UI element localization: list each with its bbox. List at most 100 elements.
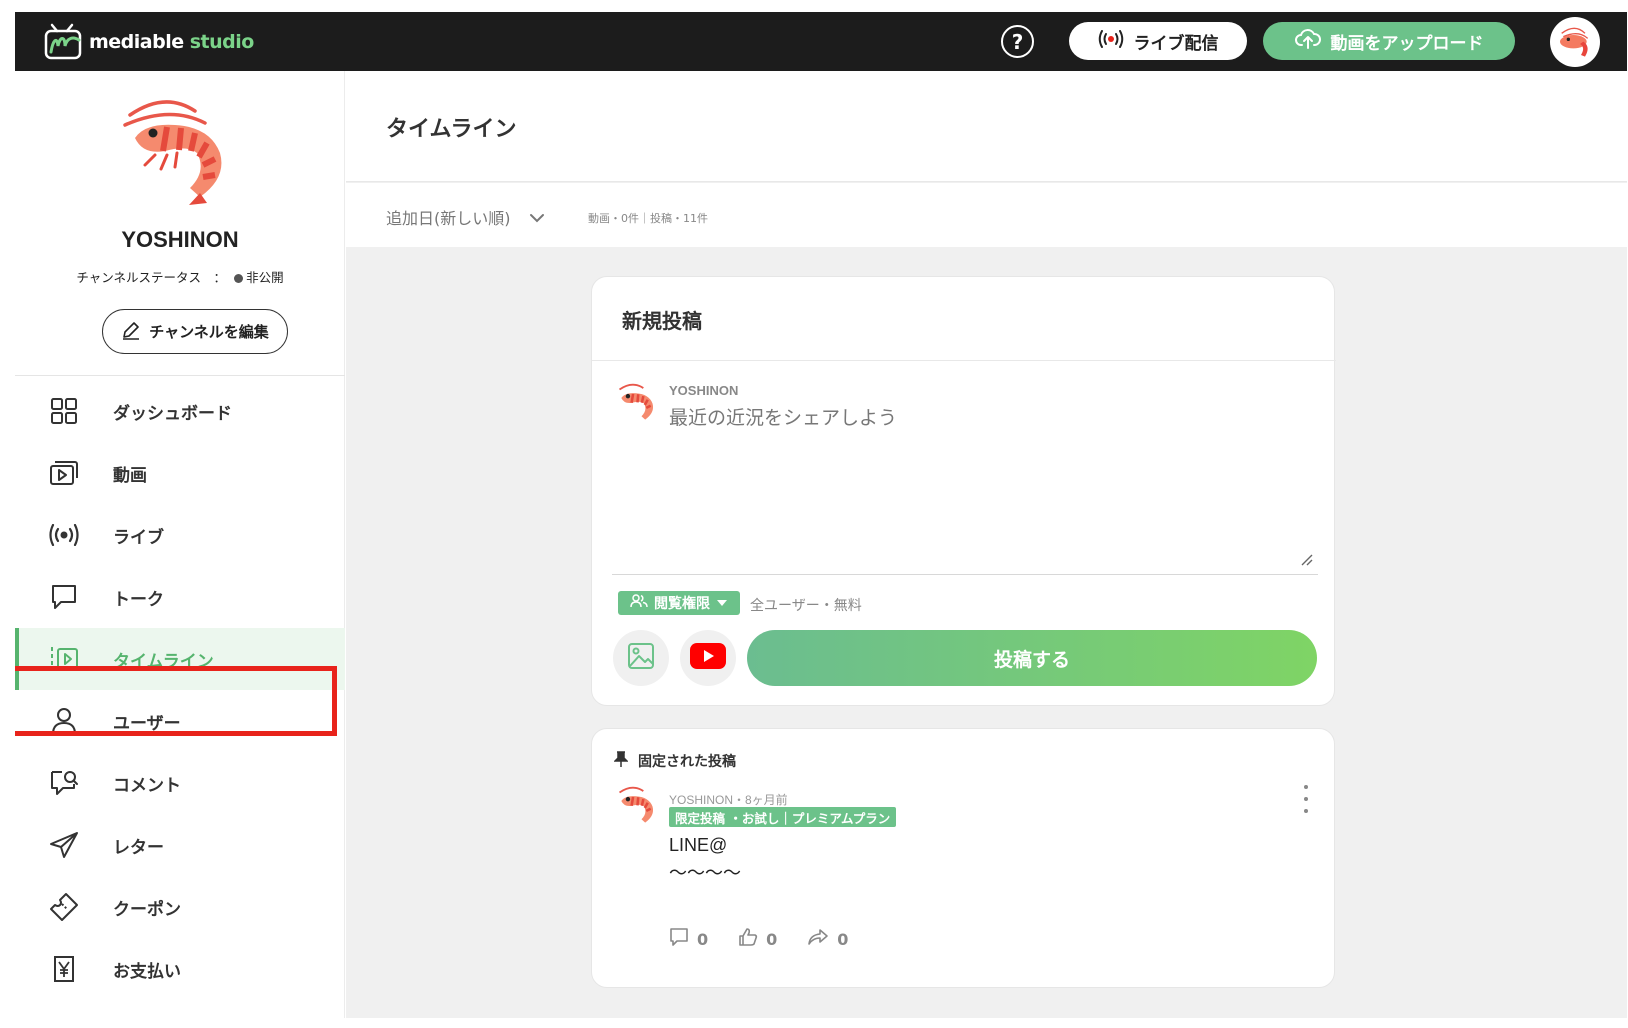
help-icon: ? [1011, 29, 1024, 54]
post-body-line: LINE@ [669, 835, 728, 855]
sidebar-item-dashboard[interactable]: ダッシュボード [15, 380, 345, 442]
permission-value: 全ユーザー・無料 [750, 598, 862, 614]
sidebar-item-label: 動画 [113, 465, 147, 486]
post-author-avatar [614, 380, 658, 424]
sort-dropdown-label: 追加日(新しい順) [386, 209, 511, 228]
sidebar-item-comments[interactable]: コメント [15, 752, 345, 814]
pinned-post-card: 固定された投稿 YOSHINON・8ヶ月前 限定投稿 ・お試し｜プレミアムプラン… [591, 728, 1335, 988]
shrimp-icon [123, 100, 222, 205]
comment-count: 0 [697, 929, 709, 949]
channel-status: チャンネルステータス ： 非公開 [15, 267, 345, 286]
sidebar-item-coupon[interactable]: クーポン [15, 876, 345, 938]
sidebar-divider [15, 375, 345, 376]
post-author-name: YOSHINON [669, 383, 739, 398]
sidebar-item-videos[interactable]: 動画 [15, 442, 345, 504]
yen-icon [49, 954, 79, 984]
post-body-line: 〜〜〜〜 [669, 863, 741, 884]
post-textarea[interactable]: 最近の近況をシェアしよう [669, 403, 897, 430]
channel-status-value: 非公開 [246, 270, 284, 285]
sidebar-item-label: ダッシュボード [113, 403, 232, 424]
live-stream-button[interactable]: ライブ配信 [1069, 22, 1247, 60]
user-avatar[interactable] [1550, 17, 1600, 67]
new-post-title: 新規投稿 [622, 309, 702, 333]
broadcast-icon [49, 520, 79, 550]
sidebar-item-payment[interactable]: お支払い [15, 938, 345, 1000]
sort-bar: 追加日(新しい順) 動画・0件｜投稿・11件 [346, 183, 1627, 247]
app-window: mediable studio ? ライブ配信 動画をアップロード YOSHIN… [15, 12, 1627, 1018]
post-plan-badge: 限定投稿 ・お試し｜プレミアムプラン [669, 807, 897, 827]
submit-post-button[interactable]: 投稿する [747, 630, 1317, 686]
status-dot-icon [234, 274, 244, 283]
shrimp-icon [618, 786, 654, 823]
attach-youtube-button[interactable] [680, 630, 736, 686]
highlight-box [15, 666, 337, 736]
share-icon [807, 928, 829, 950]
sidebar-item-label: コメント [113, 775, 181, 796]
main-content: タイムライン 追加日(新しい順) 動画・0件｜投稿・11件 新規投稿 YOSHI… [346, 71, 1627, 1018]
upload-video-label: 動画をアップロード [1330, 33, 1484, 54]
textarea-underline [612, 574, 1318, 575]
help-button[interactable]: ? [1001, 25, 1034, 58]
logo-sub-text: studio [183, 31, 255, 53]
permission-label: 閲覧権限 [654, 596, 710, 612]
broadcast-icon [1098, 29, 1124, 53]
permission-dropdown[interactable]: 閲覧権限 [618, 591, 740, 615]
sidebar-item-label: ライブ [113, 527, 164, 548]
caret-down-icon [716, 595, 728, 611]
users-icon [630, 594, 648, 612]
sort-dropdown[interactable]: 追加日(新しい順) [386, 205, 545, 229]
sidebar-item-label: レター [113, 837, 164, 858]
pinned-post-label: 固定された投稿 [638, 754, 736, 770]
comment-icon [669, 927, 689, 951]
like-action[interactable]: 0 [738, 927, 777, 951]
sidebar-item-live[interactable]: ライブ [15, 504, 345, 566]
sidebar-item-label: お支払い [113, 961, 181, 982]
chevron-down-icon [529, 208, 545, 227]
tv-logo-icon [43, 22, 85, 62]
more-options-icon[interactable] [1300, 785, 1312, 813]
sidebar-item-label: クーポン [113, 899, 181, 920]
new-post-card: 新規投稿 YOSHINON 最近の近況をシェアしよう 閲覧権限 全ユーザー・無料… [591, 276, 1336, 706]
comment-icon [49, 768, 79, 798]
post-actions: 0 0 0 [669, 927, 848, 951]
post-author-avatar [614, 783, 658, 827]
attach-image-button[interactable] [613, 630, 669, 686]
card-divider [592, 360, 1336, 361]
top-bar: mediable studio ? ライブ配信 動画をアップロード [15, 12, 1627, 71]
post-meta: YOSHINON・8ヶ月前 [669, 793, 788, 807]
live-stream-label: ライブ配信 [1133, 33, 1219, 54]
chat-icon [49, 582, 79, 612]
pencil-icon [121, 320, 141, 344]
ticket-icon [49, 892, 79, 922]
logo-main-text: mediable [89, 31, 184, 53]
like-count: 0 [766, 929, 778, 949]
upload-video-button[interactable]: 動画をアップロード [1263, 22, 1515, 60]
cloud-upload-icon [1294, 28, 1321, 55]
edit-channel-button[interactable]: チャンネルを編集 [102, 309, 288, 354]
resize-handle-icon[interactable] [1300, 553, 1314, 571]
pin-icon [613, 751, 629, 771]
logo-text: mediable studio [89, 31, 254, 53]
thumbs-up-icon [738, 927, 758, 951]
grid-icon [49, 396, 79, 426]
sidebar-item-label: トーク [113, 589, 164, 610]
sidebar-item-letter[interactable]: レター [15, 814, 345, 876]
page-title: タイムライン [386, 117, 517, 142]
channel-name: YOSHINON [121, 227, 239, 252]
pinned-post-header: 固定された投稿 [613, 751, 736, 771]
edit-channel-label: チャンネルを編集 [149, 323, 269, 341]
content-counts: 動画・0件｜投稿・11件 [588, 212, 708, 225]
app-logo[interactable]: mediable studio [43, 20, 254, 64]
send-icon [49, 830, 79, 860]
comment-action[interactable]: 0 [669, 927, 708, 951]
sidebar: YOSHINON チャンネルステータス ： 非公開 チャンネルを編集 ダッシュボー… [15, 71, 345, 1018]
video-icon [49, 458, 79, 488]
shrimp-avatar-icon [1560, 27, 1589, 57]
shrimp-icon [618, 383, 654, 420]
share-count: 0 [837, 929, 849, 949]
youtube-icon [690, 643, 726, 673]
channel-status-label: チャンネルステータス ： [76, 270, 227, 285]
share-action[interactable]: 0 [807, 927, 848, 951]
sidebar-item-talk[interactable]: トーク [15, 566, 345, 628]
image-icon [627, 642, 655, 674]
